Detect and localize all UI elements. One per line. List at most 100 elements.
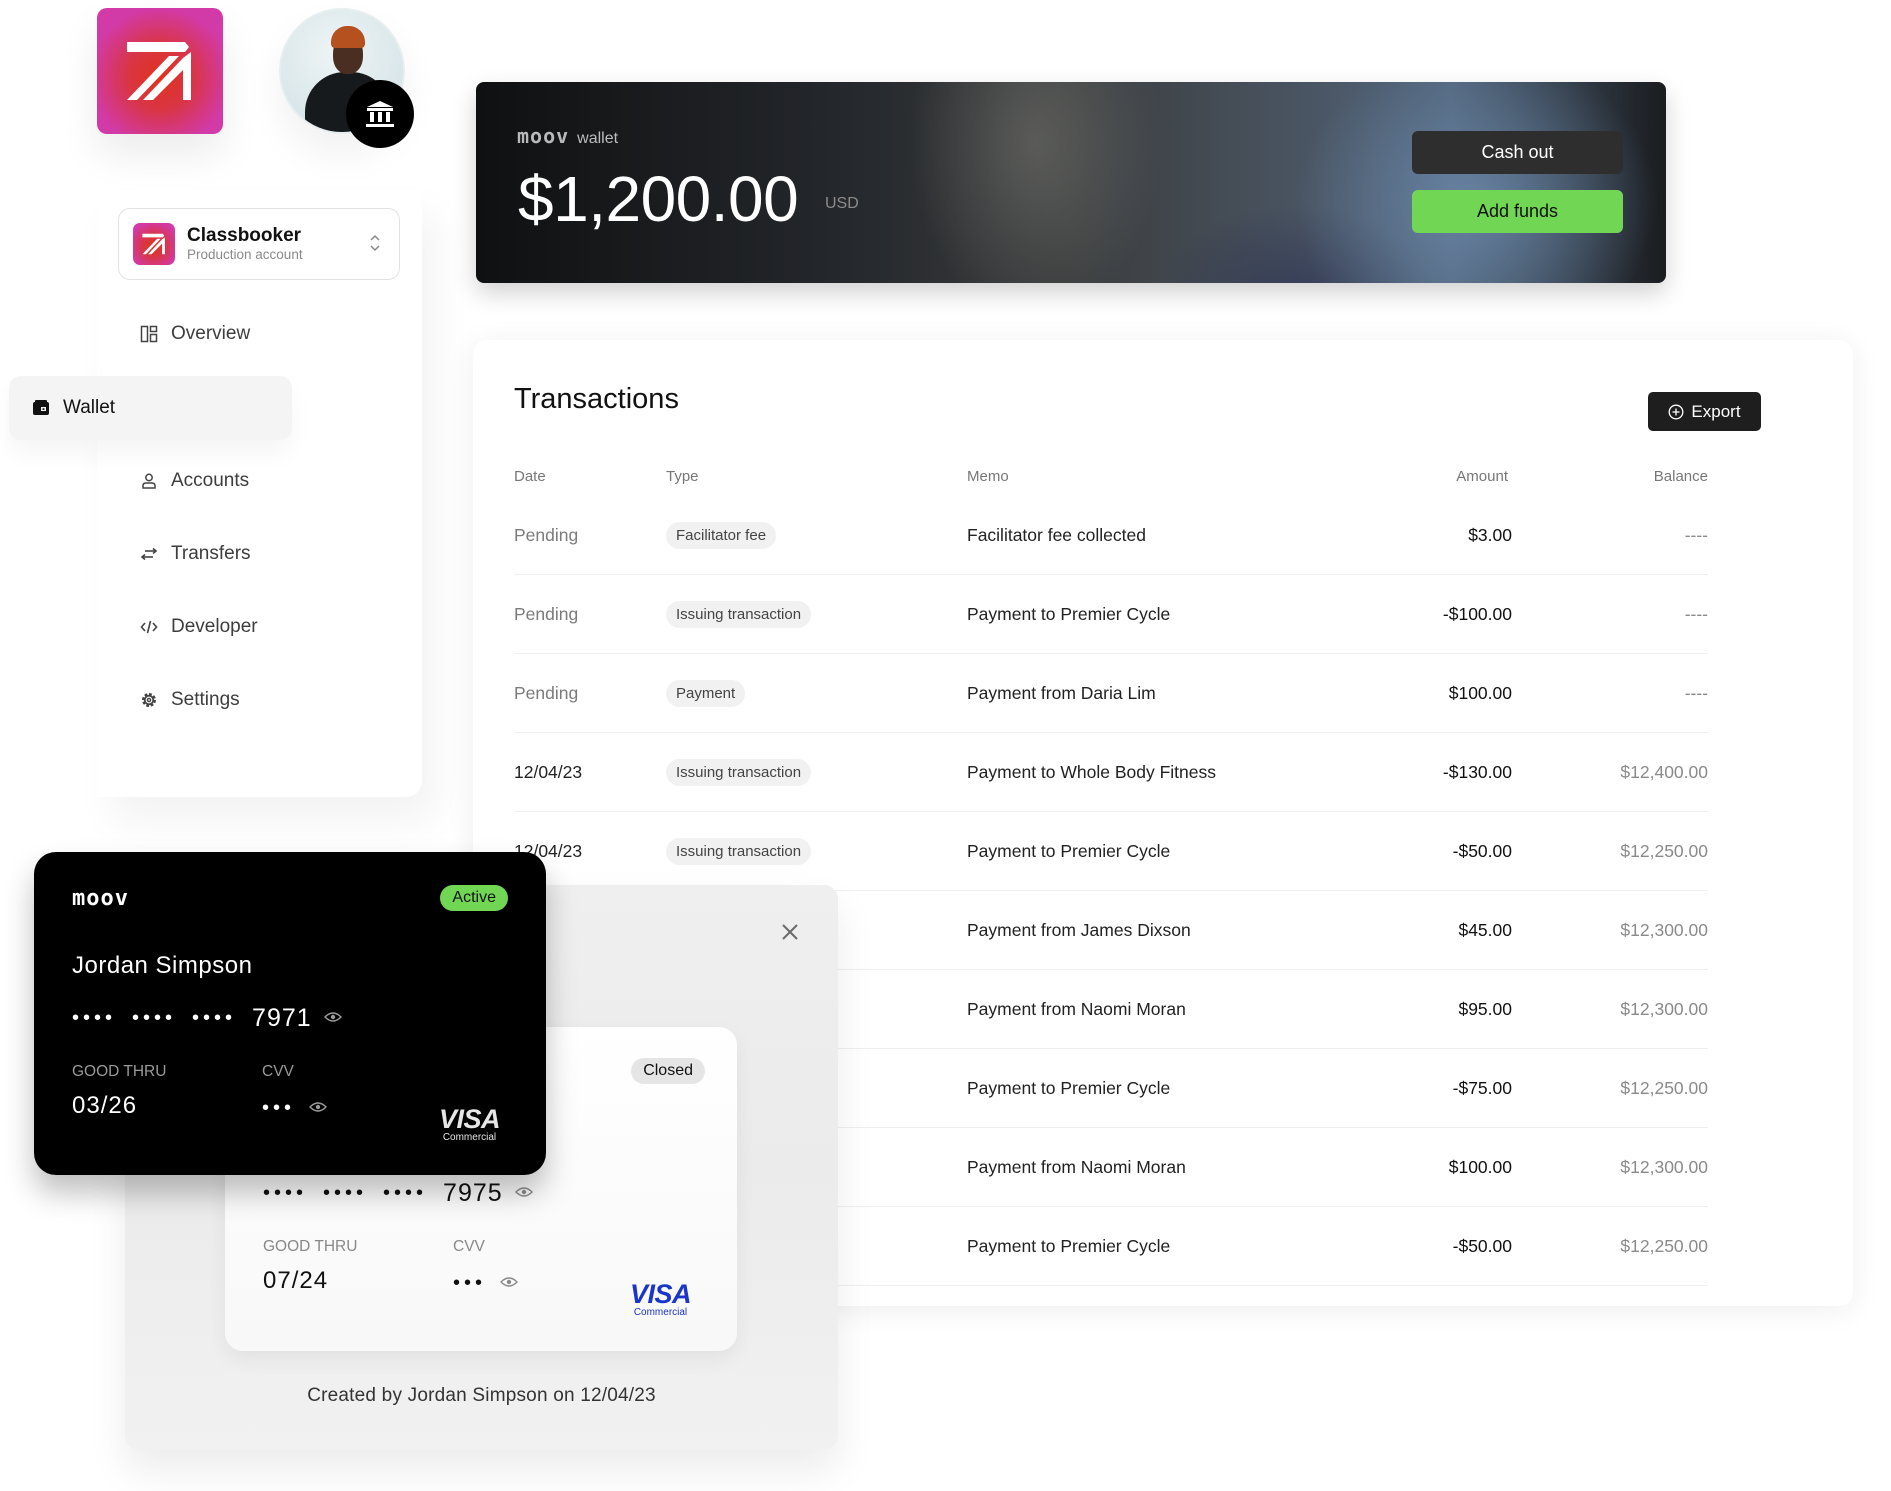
cell-balance: $12,300.00 — [1620, 1157, 1708, 1177]
cell-amount: -$50.00 — [1452, 1236, 1512, 1256]
masked-digits: •••• — [383, 1182, 428, 1204]
good-thru-value: 03/26 — [72, 1092, 138, 1119]
type-pill: Issuing transaction — [666, 601, 812, 628]
eye-icon[interactable] — [323, 1010, 342, 1028]
account-name: Classbooker — [187, 225, 302, 246]
wallet-currency: USD — [825, 195, 859, 212]
column-header-balance[interactable]: Balance — [1654, 468, 1708, 485]
plus-circle-icon — [1668, 404, 1684, 420]
cell-type: Payment — [666, 654, 746, 733]
type-pill: Facilitator fee — [666, 522, 777, 549]
cell-date: Pending — [514, 683, 579, 703]
card-network: VISA — [629, 1279, 692, 1309]
cell-type: Issuing transaction — [666, 812, 812, 891]
sidebar-item-label: Developer — [171, 616, 258, 637]
chevron-up-down-icon — [369, 233, 381, 258]
cell-date: 12/04/23 — [514, 762, 583, 782]
table-row[interactable]: Pending Payment Payment from Daria Lim $100… — [514, 654, 1708, 733]
column-header-date[interactable]: Date — [514, 468, 546, 485]
cash-out-button[interactable]: Cash out — [1412, 131, 1623, 174]
eye-icon[interactable] — [309, 1100, 328, 1118]
account-subtitle: Production account — [187, 247, 303, 262]
sidebar-item-settings[interactable]: Settings — [139, 680, 240, 720]
cell-memo: Payment to Premier Cycle — [967, 1236, 1171, 1256]
cvv-label: CVV — [262, 1063, 294, 1080]
masked-cvv: ••• — [262, 1097, 296, 1119]
account-switcher[interactable]: Classbooker Production account — [118, 208, 400, 280]
cell-amount: $45.00 — [1458, 920, 1512, 940]
cvv-value: ••• — [262, 1097, 328, 1120]
bank-icon — [346, 80, 414, 148]
cell-amount: $95.00 — [1458, 999, 1512, 1019]
cell-memo: Payment to Whole Body Fitness — [967, 762, 1216, 782]
cell-balance: $12,250.00 — [1620, 841, 1708, 861]
sidebar-item-accounts[interactable]: Accounts — [139, 461, 249, 501]
cell-memo: Payment from Naomi Moran — [967, 999, 1186, 1019]
cell-balance: $12,250.00 — [1620, 1078, 1708, 1098]
status-badge: Active — [440, 885, 508, 911]
cell-balance: ---- — [1684, 604, 1708, 624]
card-created-note: Created by Jordan Simpson on 12/04/23 — [307, 1385, 656, 1406]
cell-memo: Facilitator fee collected — [967, 525, 1146, 545]
user-icon — [139, 471, 159, 491]
classbooker-logo-icon — [133, 223, 175, 265]
masked-digits: •••• — [192, 1007, 237, 1029]
cell-balance: $12,300.00 — [1620, 999, 1708, 1019]
wallet-label: wallet — [577, 130, 619, 147]
cell-type: Issuing transaction — [666, 575, 812, 654]
masked-digits: •••• — [323, 1182, 368, 1204]
good-thru-label: GOOD THRU — [72, 1063, 167, 1080]
type-pill: Payment — [666, 680, 746, 707]
masked-digits: •••• — [72, 1007, 117, 1029]
cell-amount: $100.00 — [1448, 1157, 1512, 1177]
cell-balance: ---- — [1684, 525, 1708, 545]
column-header-amount[interactable]: Amount — [1456, 468, 1508, 485]
classbooker-logo — [97, 8, 223, 134]
cell-amount: $100.00 — [1448, 683, 1512, 703]
wallet-banner: moov wallet $1,200.00 USD Cash out Add f… — [476, 82, 1666, 283]
eye-icon[interactable] — [514, 1185, 533, 1203]
gear-icon — [139, 690, 159, 710]
sidebar-item-label: Overview — [171, 323, 251, 344]
export-label: Export — [1691, 401, 1741, 421]
layout-icon — [139, 324, 159, 344]
cvv-value: ••• — [453, 1272, 519, 1295]
wallet-balance: $1,200.00 — [518, 163, 799, 235]
column-header-memo[interactable]: Memo — [967, 468, 1009, 485]
sidebar-item-transfers[interactable]: Transfers — [139, 534, 251, 574]
table-row[interactable]: 12/04/23 Issuing transaction Payment to Pr… — [514, 812, 1708, 891]
classbooker-logo-icon — [127, 42, 191, 100]
cell-amount: -$130.00 — [1442, 762, 1512, 782]
cell-date: Pending — [514, 604, 579, 624]
sidebar-item-label: Accounts — [171, 470, 250, 491]
card-network-tier: Commercial — [442, 1132, 497, 1143]
sidebar-item-overview[interactable]: Overview — [139, 314, 250, 354]
masked-digits: •••• — [263, 1182, 308, 1204]
cell-amount: $3.00 — [1468, 525, 1512, 545]
card-network-tier: Commercial — [633, 1307, 688, 1318]
add-funds-button[interactable]: Add funds — [1412, 190, 1623, 233]
type-pill: Issuing transaction — [666, 759, 812, 786]
cardholder-name: Jordan Simpson — [72, 952, 253, 979]
good-thru-label: GOOD THRU — [263, 1238, 358, 1255]
wallet-icon — [31, 398, 51, 418]
cell-memo: Payment to Premier Cycle — [967, 604, 1171, 624]
sidebar-item-developer[interactable]: Developer — [139, 607, 258, 647]
eye-icon[interactable] — [500, 1275, 519, 1293]
close-icon[interactable] — [778, 920, 802, 944]
card-number: •••• •••• •••• 7975 — [263, 1179, 533, 1208]
visa-logo: VISA Commercial — [439, 1106, 501, 1143]
active-card[interactable]: moov Active Jordan Simpson •••• •••• •••… — [34, 852, 546, 1175]
card-number: •••• •••• •••• 7971 — [72, 1004, 342, 1033]
cell-memo: Payment from Naomi Moran — [967, 1157, 1186, 1177]
table-row[interactable]: 12/04/23 Issuing transaction Payment to Wh… — [514, 733, 1708, 812]
table-row[interactable]: Pending Issuing transaction Payment to Pre… — [514, 575, 1708, 654]
sidebar-item-wallet[interactable]: Wallet — [9, 376, 292, 440]
table-row[interactable]: Pending Facilitator fee Facilitator fee co… — [514, 496, 1708, 575]
column-header-type[interactable]: Type — [666, 468, 699, 485]
cell-balance: $12,250.00 — [1620, 1236, 1708, 1256]
export-button[interactable]: Export — [1648, 392, 1761, 431]
code-icon — [139, 617, 159, 637]
cell-amount: -$100.00 — [1442, 604, 1512, 624]
cell-type: Facilitator fee — [666, 496, 777, 575]
